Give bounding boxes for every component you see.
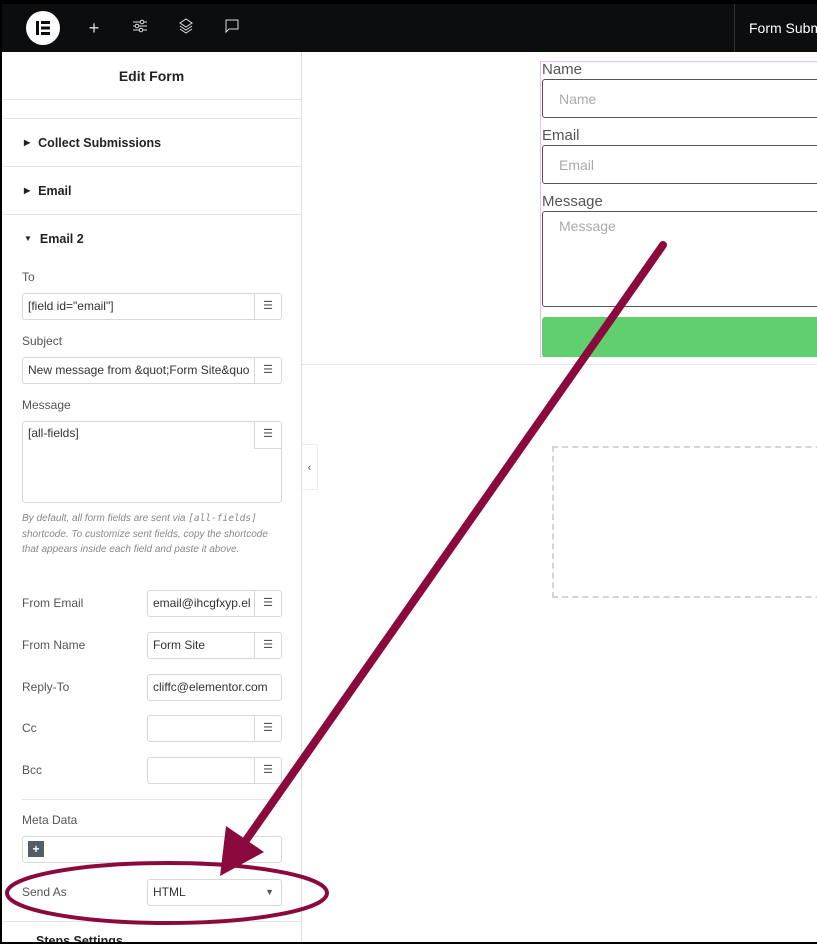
- app-window: + Form Submi Edit Form ▶Collect Submissi…: [2, 4, 817, 942]
- annotation-arrow: [238, 241, 667, 850]
- annotation-overlay: [5, 241, 667, 925]
- annotation-ellipse: [5, 861, 329, 925]
